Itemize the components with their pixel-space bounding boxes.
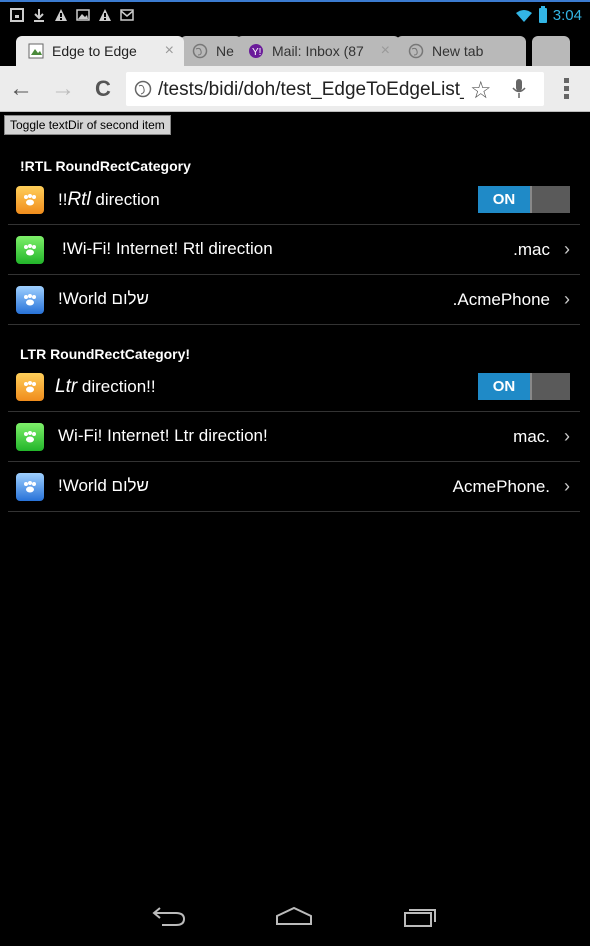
globe-icon — [408, 43, 424, 59]
paw-icon — [24, 431, 36, 443]
list-item[interactable]: !World שלום .AcmePhone › — [8, 275, 580, 325]
tab-close-icon[interactable]: × — [165, 42, 174, 60]
gmail-icon — [120, 9, 134, 21]
battery-icon — [538, 6, 547, 23]
app-icon — [16, 186, 44, 214]
microphone-icon[interactable] — [512, 78, 526, 100]
item-right-text: mac. — [513, 427, 550, 446]
paw-icon — [24, 244, 36, 256]
app-icon — [16, 423, 44, 451]
back-button[interactable]: ← — [8, 76, 34, 102]
app-icon — [16, 473, 44, 501]
chevron-right-icon: › — [564, 289, 570, 309]
item-right-text: .mac — [513, 240, 550, 259]
tab-close-icon[interactable]: × — [381, 42, 390, 60]
warning-icon — [99, 9, 111, 21]
url-text[interactable]: /tests/bidi/doh/test_EdgeToEdgeList_ — [158, 79, 464, 101]
paw-icon — [24, 481, 36, 493]
browser-toolbar: ← → C /tests/bidi/doh/test_EdgeToEdgeLis… — [0, 66, 590, 112]
globe-icon — [192, 43, 208, 59]
item-label: שלום World! — [58, 476, 149, 495]
paw-icon — [24, 381, 36, 393]
paw-icon — [24, 194, 36, 206]
page-content: Toggle textDir of second item !RTL Round… — [0, 112, 590, 946]
item-label: !Wi-Fi! Internet! Rtl direction — [62, 239, 273, 258]
back-icon[interactable] — [150, 904, 188, 928]
list-item[interactable]: !Wi-Fi! Internet! Rtl direction .mac › — [8, 225, 580, 275]
item-label: Ltr direction!! — [55, 376, 156, 397]
download-icon — [34, 9, 44, 22]
tab-strip: Edge to Edge × Ne Y! Mail: Inbox (87 × N… — [0, 30, 590, 66]
bookmark-star-icon[interactable]: ☆ — [470, 76, 492, 105]
tab-new-tab[interactable]: New tab — [396, 36, 526, 66]
globe-icon — [134, 80, 152, 98]
tab-edge-to-edge[interactable]: Edge to Edge × — [16, 36, 184, 66]
item-label: !!Rtl direction — [58, 189, 160, 210]
notification-icon — [10, 8, 24, 22]
status-bar: 3:04 — [0, 0, 590, 30]
tab-mail-inbox[interactable]: Y! Mail: Inbox (87 × — [236, 36, 400, 66]
item-label: Wi-Fi! Internet! Ltr direction! — [58, 426, 268, 445]
chevron-right-icon: › — [564, 426, 570, 446]
wifi-icon — [515, 9, 532, 22]
recents-icon[interactable] — [402, 904, 438, 928]
toggle-switch[interactable]: ON — [478, 186, 570, 213]
item-right-text: .AcmePhone — [452, 290, 550, 309]
new-tab-button[interactable] — [532, 36, 570, 66]
list-item: !!Rtl direction ON — [8, 175, 580, 225]
svg-text:Y!: Y! — [252, 47, 261, 58]
notification-icons — [10, 8, 134, 22]
list-item[interactable]: Wi-Fi! Internet! Ltr direction! mac. › — [8, 412, 580, 462]
home-icon[interactable] — [274, 904, 314, 928]
rtl-category-header: !RTL RoundRectCategory — [20, 158, 191, 174]
chevron-right-icon: › — [564, 239, 570, 259]
item-label: !World שלום — [58, 289, 149, 308]
app-icon — [16, 286, 44, 314]
system-nav-bar — [0, 890, 590, 946]
tab-new-1[interactable]: Ne — [180, 36, 242, 66]
app-icon — [16, 373, 44, 401]
reload-button[interactable]: C — [90, 76, 116, 102]
toggle-textdir-button[interactable]: Toggle textDir of second item — [4, 115, 171, 135]
app-icon — [16, 236, 44, 264]
ltr-category-header: LTR RoundRectCategory! — [20, 346, 191, 362]
paw-icon — [24, 294, 36, 306]
menu-icon[interactable] — [559, 78, 573, 102]
list-item: Ltr direction!! ON — [8, 362, 580, 412]
toggle-switch[interactable]: ON — [478, 373, 570, 400]
yahoo-mail-icon: Y! — [249, 44, 263, 58]
clock: 3:04 — [552, 7, 582, 24]
item-right-text: AcmePhone. — [452, 477, 550, 496]
forward-button[interactable]: → — [50, 76, 76, 102]
list-item[interactable]: שלום World! AcmePhone. › — [8, 462, 580, 512]
chevron-right-icon: › — [564, 476, 570, 496]
image-icon — [76, 9, 90, 21]
warning-icon — [55, 9, 67, 21]
omnibox[interactable]: /tests/bidi/doh/test_EdgeToEdgeList_ ☆ — [126, 72, 544, 106]
page-favicon-icon — [28, 43, 44, 59]
